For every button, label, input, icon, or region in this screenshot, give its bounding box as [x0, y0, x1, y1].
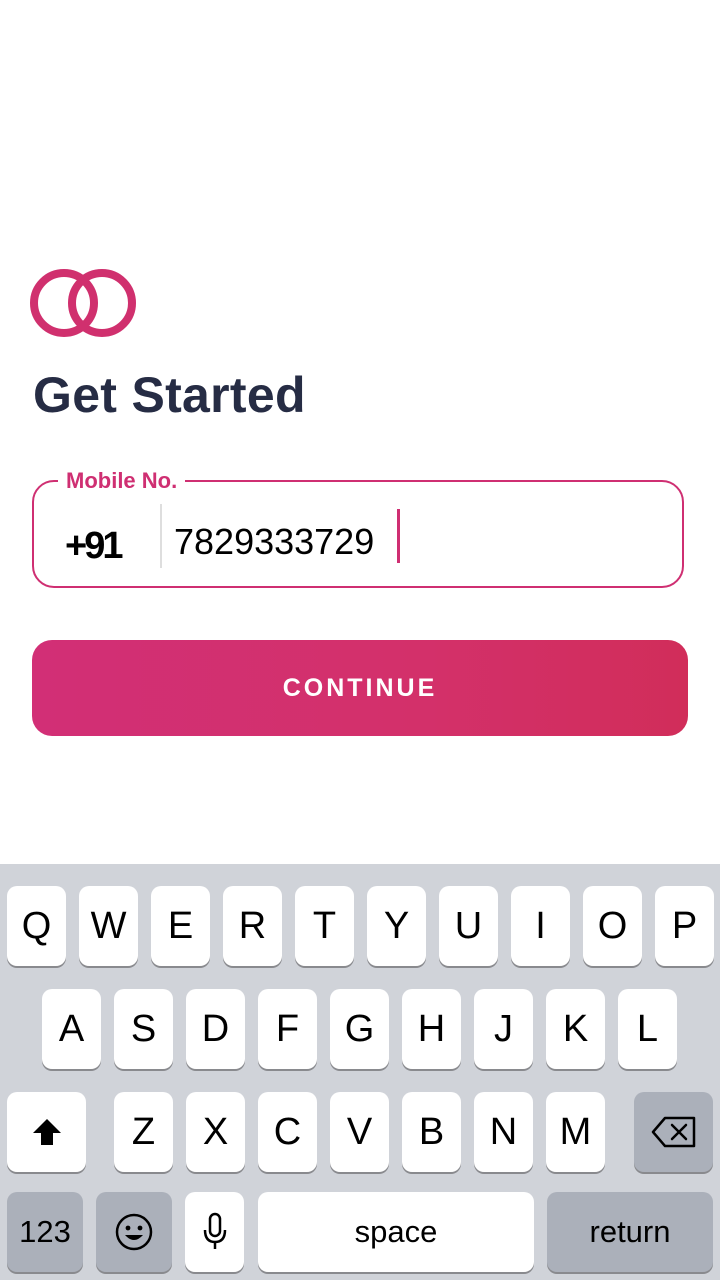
- key-c[interactable]: C: [258, 1092, 317, 1172]
- key-k[interactable]: K: [546, 989, 605, 1069]
- country-code[interactable]: +91: [65, 524, 123, 568]
- emoji-icon: [115, 1213, 153, 1251]
- key-r[interactable]: R: [223, 886, 282, 966]
- key-z[interactable]: Z: [114, 1092, 173, 1172]
- text-cursor: [397, 509, 400, 563]
- key-s[interactable]: S: [114, 989, 173, 1069]
- key-o[interactable]: O: [583, 886, 642, 966]
- key-v[interactable]: V: [330, 1092, 389, 1172]
- key-q[interactable]: Q: [7, 886, 66, 966]
- emoji-key[interactable]: [96, 1192, 172, 1272]
- mobile-number-input[interactable]: [174, 520, 654, 564]
- continue-button[interactable]: CONTINUE: [32, 640, 688, 736]
- numbers-key[interactable]: 123: [7, 1192, 83, 1272]
- shift-icon: [32, 1119, 61, 1145]
- on-screen-keyboard: Q W E R T Y U I O P A S D F G H J K L Z …: [0, 864, 720, 1280]
- mobile-number-label: Mobile No.: [58, 467, 186, 495]
- key-d[interactable]: D: [186, 989, 245, 1069]
- key-h[interactable]: H: [402, 989, 461, 1069]
- microphone-icon: [203, 1212, 226, 1249]
- key-g[interactable]: G: [330, 989, 389, 1069]
- shift-key[interactable]: [7, 1092, 86, 1172]
- page-title: Get Started: [33, 367, 306, 423]
- microphone-key[interactable]: [185, 1192, 244, 1272]
- key-y[interactable]: Y: [367, 886, 426, 966]
- key-n[interactable]: N: [474, 1092, 533, 1172]
- key-j[interactable]: J: [474, 989, 533, 1069]
- backspace-key[interactable]: [634, 1092, 713, 1172]
- key-e[interactable]: E: [151, 886, 210, 966]
- return-key[interactable]: return: [547, 1192, 713, 1272]
- key-w[interactable]: W: [79, 886, 138, 966]
- key-l[interactable]: L: [618, 989, 677, 1069]
- field-divider: [160, 504, 162, 568]
- space-key[interactable]: space: [258, 1192, 534, 1272]
- key-p[interactable]: P: [655, 886, 714, 966]
- logo-rings-icon: [30, 269, 136, 337]
- backspace-icon: [651, 1116, 695, 1148]
- key-m[interactable]: M: [546, 1092, 605, 1172]
- key-t[interactable]: T: [295, 886, 354, 966]
- key-u[interactable]: U: [439, 886, 498, 966]
- key-x[interactable]: X: [186, 1092, 245, 1172]
- key-i[interactable]: I: [511, 886, 570, 966]
- key-a[interactable]: A: [42, 989, 101, 1069]
- key-f[interactable]: F: [258, 989, 317, 1069]
- key-b[interactable]: B: [402, 1092, 461, 1172]
- mobile-number-field[interactable]: Mobile No. +91: [32, 467, 684, 588]
